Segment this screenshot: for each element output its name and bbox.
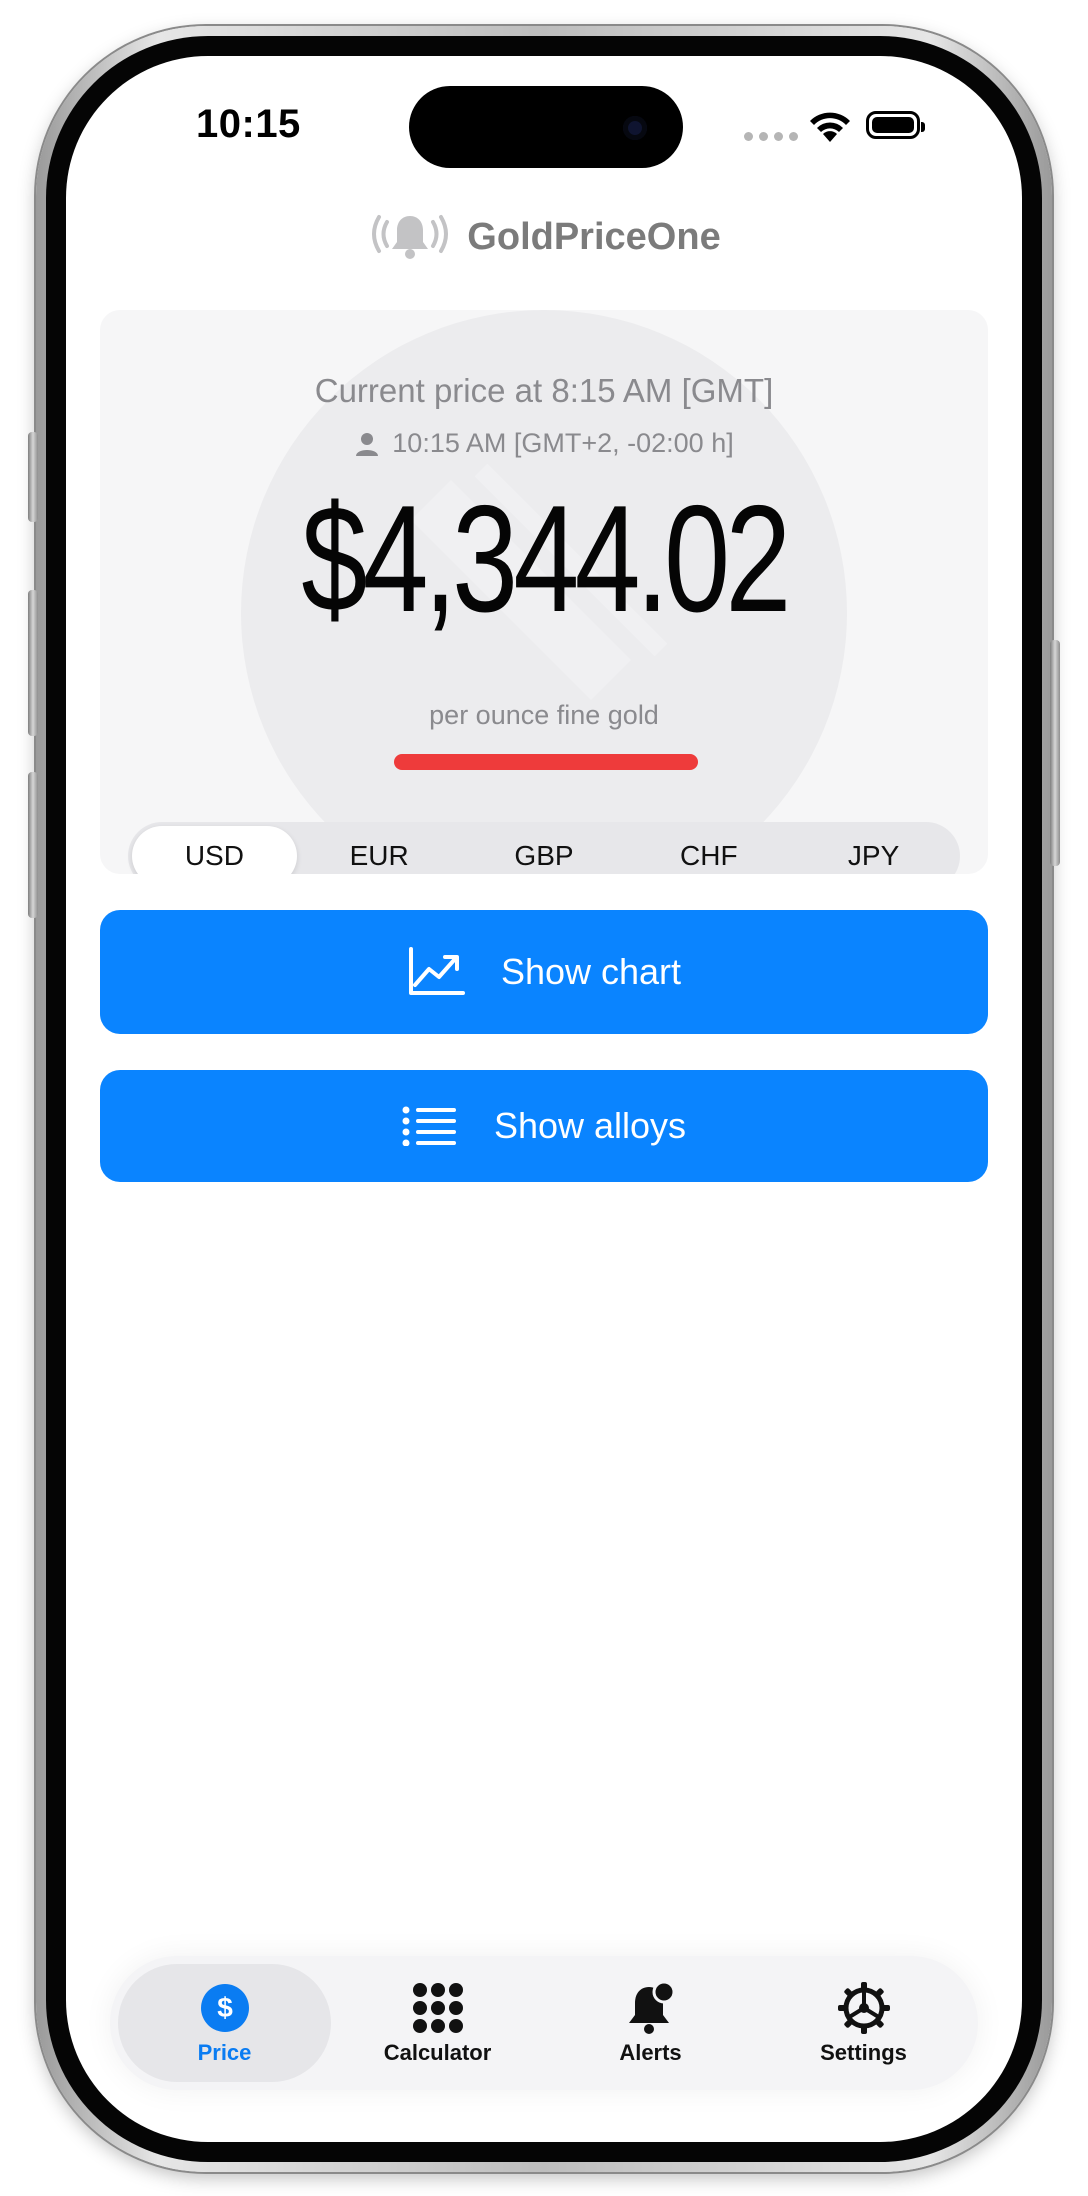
cellular-signal-icon bbox=[744, 132, 798, 141]
gear-icon bbox=[837, 1982, 890, 2034]
price-timestamp-local: 10:15 AM [GMT+2, -02:00 h] bbox=[100, 428, 988, 459]
price-unit-label: per ounce fine gold bbox=[429, 700, 659, 730]
screen: 10:15 GoldPriceOne Current price at 8:15… bbox=[66, 56, 1022, 2142]
bell-broadcast-icon bbox=[372, 215, 449, 259]
currency-option-usd[interactable]: USD bbox=[132, 826, 297, 874]
currency-option-chf[interactable]: CHF bbox=[626, 826, 791, 874]
currency-selector: USD EUR GBP CHF JPY bbox=[128, 822, 960, 874]
gold-price-value: $4,344.02 bbox=[301, 474, 791, 644]
tab-price-label: Price bbox=[197, 2040, 252, 2065]
tab-settings[interactable]: Settings bbox=[757, 1964, 970, 2082]
bell-badge-icon bbox=[628, 1981, 675, 2034]
app-header: GoldPriceOne bbox=[66, 212, 1022, 262]
show-alloys-button[interactable]: Show alloys bbox=[100, 1070, 988, 1182]
currency-option-gbp[interactable]: GBP bbox=[462, 826, 627, 874]
local-time-label: 10:15 AM [GMT+2, -02:00 h] bbox=[392, 428, 734, 458]
svg-text:$: $ bbox=[217, 1992, 233, 2023]
volume-up-button bbox=[28, 590, 38, 736]
tab-price[interactable]: $ Price bbox=[118, 1964, 331, 2082]
dollar-circle-icon: $ bbox=[200, 1984, 249, 2032]
keypad-icon bbox=[412, 1983, 463, 2033]
front-camera bbox=[623, 116, 647, 140]
show-alloys-label: Show alloys bbox=[493, 1105, 687, 1146]
tab-calculator[interactable]: Calculator bbox=[331, 1964, 544, 2082]
dynamic-island bbox=[409, 86, 683, 168]
volume-down-button bbox=[28, 772, 38, 918]
tab-alerts[interactable]: Alerts bbox=[544, 1964, 757, 2082]
tab-calculator-label: Calculator bbox=[383, 2040, 492, 2065]
power-button bbox=[1050, 640, 1060, 866]
tab-settings-label: Settings bbox=[820, 2040, 907, 2065]
app-title: GoldPriceOne bbox=[467, 215, 721, 258]
battery-icon bbox=[866, 111, 925, 139]
show-chart-label: Show chart bbox=[500, 951, 682, 992]
show-chart-button[interactable]: Show chart bbox=[100, 910, 988, 1034]
price-timestamp-gmt: Current price at 8:15 AM [GMT] bbox=[314, 372, 774, 409]
person-icon bbox=[356, 432, 379, 456]
currency-option-jpy[interactable]: JPY bbox=[791, 826, 956, 874]
chart-line-uptrend-icon bbox=[408, 947, 465, 995]
tab-bar: $ Price Calculator Alerts Settings bbox=[110, 1956, 978, 2090]
price-card: Current price at 8:15 AM [GMT] 10:15 AM … bbox=[100, 310, 988, 874]
status-time: 10:15 bbox=[196, 102, 301, 146]
wifi-icon bbox=[810, 112, 850, 142]
list-bullet-icon bbox=[402, 1106, 456, 1146]
currency-option-eur[interactable]: EUR bbox=[297, 826, 462, 874]
price-trend-indicator bbox=[394, 754, 698, 770]
action-button bbox=[28, 432, 38, 522]
tab-alerts-label: Alerts bbox=[619, 2040, 682, 2065]
